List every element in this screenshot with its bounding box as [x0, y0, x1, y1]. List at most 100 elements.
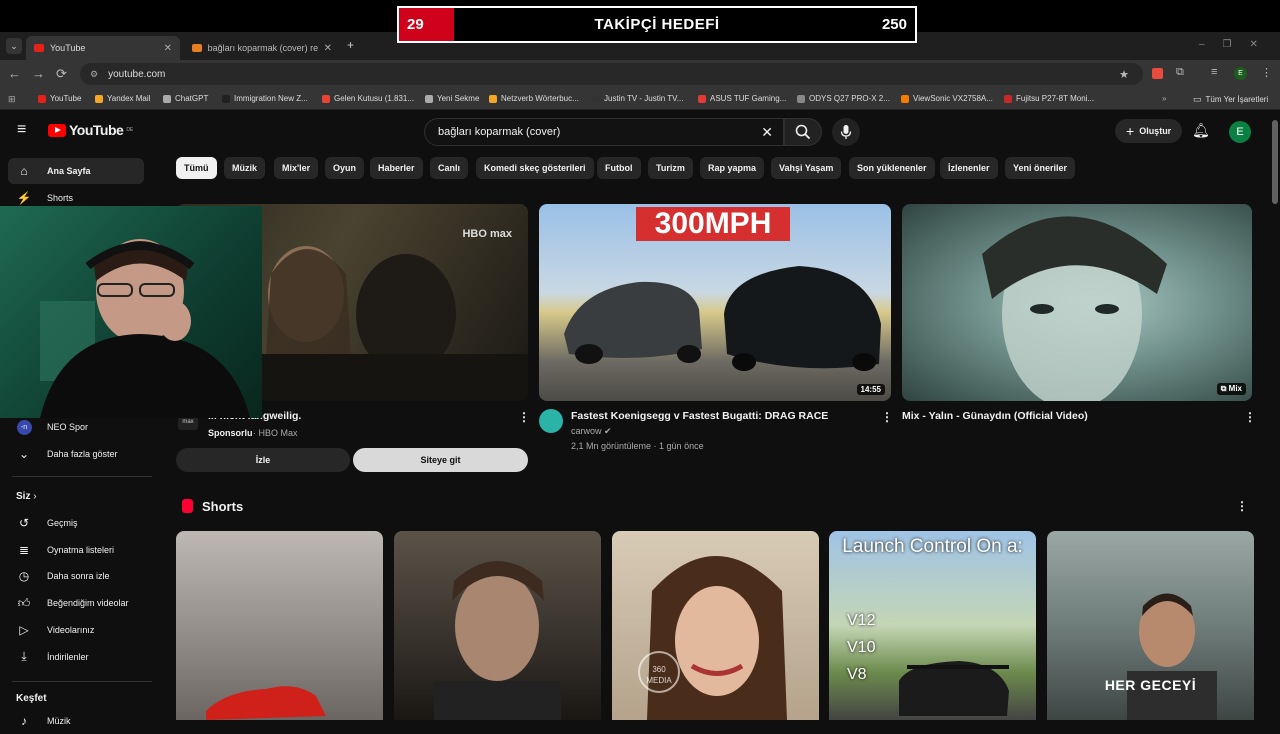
all-bookmarks[interactable]: ▭ Tüm Yer İşaretleri — [1193, 94, 1268, 105]
browser-menu-icon[interactable]: ⋮ — [1261, 66, 1272, 79]
ad-more-icon[interactable]: ⋮ — [518, 410, 530, 424]
bookmark-item[interactable]: Yeni Sekme — [425, 94, 479, 103]
filter-chip[interactable]: Canlı — [430, 157, 469, 179]
sidebar-item-you[interactable]: ↺ Geçmiş — [8, 510, 144, 536]
sidebar-item-label: Daha fazla göster — [47, 449, 118, 459]
ad-watch-button[interactable]: İzle — [176, 448, 350, 472]
sidebar-item-you[interactable]: 👍︎ Beğendiğim videolar — [8, 590, 144, 616]
bookmark-label: ChatGPT — [175, 94, 209, 103]
short-thumbnail[interactable] — [176, 531, 383, 720]
media-controls-icon[interactable]: ≡ — [1211, 66, 1217, 78]
clear-search-icon[interactable]: ✕ — [761, 124, 773, 141]
extensions-puzzle-icon[interactable]: ⧉ — [1176, 66, 1184, 79]
filter-chip[interactable]: Vahşi Yaşam — [771, 157, 842, 179]
sidebar-explore-header: Keşfet — [16, 693, 47, 704]
reload-icon[interactable]: ⟳ — [56, 66, 67, 82]
mix-thumbnail[interactable]: ⧉ Mix — [902, 204, 1252, 401]
channel-name[interactable]: carwow ✔ — [571, 426, 612, 437]
apps-grid-icon[interactable]: ⊞ — [8, 94, 16, 105]
follower-goal-count: 250 — [881, 16, 907, 33]
window-controls[interactable]: –❐✕ — [1199, 39, 1276, 50]
filter-chip[interactable]: Turizm — [648, 157, 693, 179]
forward-icon[interactable]: → — [32, 66, 45, 81]
bookmark-item[interactable]: ViewSonic VX2758A... — [901, 94, 993, 103]
sidebar-you-header[interactable]: Siz › — [16, 491, 37, 502]
sidebar-item-you[interactable]: ≣ Oynatma listeleri — [8, 537, 144, 563]
new-tab-icon[interactable]: + — [347, 38, 354, 52]
sidebar-item-home[interactable]: ⌂ Ana Sayfa — [8, 158, 144, 184]
favicon-icon — [192, 44, 202, 52]
playlists-icon: ≣ — [18, 542, 30, 557]
verified-icon: ✔ — [604, 426, 612, 436]
sidebar-item-label: Shorts — [47, 193, 74, 203]
short-thumbnail[interactable]: 360 MEDIA — [612, 531, 819, 720]
filter-chip[interactable]: Yeni öneriler — [1005, 157, 1076, 179]
region-code: DE — [126, 127, 134, 133]
short-thumbnail[interactable] — [394, 531, 601, 720]
filter-chip[interactable]: Rap yapma — [700, 157, 765, 179]
filter-chip[interactable]: Müzik — [224, 157, 266, 179]
notifications-bell-icon[interactable]: 🔔︎ — [1192, 122, 1210, 139]
sidebar-item-you[interactable]: ⤓ İndirilenler — [8, 644, 144, 670]
filter-chip[interactable]: Futbol — [597, 157, 641, 179]
bookmark-item[interactable]: Gelen Kutusu (1.831... — [322, 94, 414, 103]
filter-chip[interactable]: Tümü — [176, 157, 217, 179]
bookmark-item[interactable]: Fujitsu P27-8T Moni... — [1004, 94, 1094, 103]
short-thumbnail[interactable]: Launch Control On a: V12 V10 V8 — [829, 531, 1036, 720]
search-input[interactable]: bağları koparmak (cover) ✕ — [424, 118, 784, 146]
bookmark-item[interactable]: Justin TV - Justin TV... — [592, 94, 683, 103]
bookmark-favicon-icon — [38, 94, 46, 103]
guide-menu-icon[interactable]: ≡ — [17, 121, 26, 139]
extension-icon[interactable] — [1152, 68, 1163, 79]
video-title[interactable]: Fastest Koenigsegg v Fastest Bugatti: DR… — [571, 410, 828, 422]
video-title[interactable]: Mix - Yalın - Günaydın (Official Video) — [902, 410, 1088, 422]
page-scrollbar[interactable] — [1272, 120, 1278, 204]
more-bookmarks-icon[interactable]: » — [1162, 94, 1166, 103]
search-button[interactable] — [784, 118, 822, 146]
video-thumbnail[interactable]: 300MPH 14:55 — [539, 204, 891, 401]
tab-search-icon[interactable]: ⌄ — [6, 38, 22, 54]
filter-chip[interactable]: Son yüklenenler — [849, 157, 935, 179]
filter-chip[interactable]: İzlenenler — [940, 157, 998, 179]
profile-avatar[interactable]: E — [1234, 67, 1247, 80]
close-icon[interactable]: ✕ — [324, 43, 332, 54]
short-thumbnail[interactable]: HER GECEYİ — [1047, 531, 1254, 720]
site-info-icon[interactable]: ⚙ — [90, 69, 98, 80]
bookmark-favicon-icon — [1004, 94, 1012, 103]
filter-chip[interactable]: Komedi skeç gösterileri — [476, 157, 594, 179]
bookmark-item[interactable]: Yandex Mail — [95, 94, 150, 103]
channel-avatar[interactable] — [539, 409, 563, 433]
bookmark-item[interactable]: YouTube — [38, 94, 81, 103]
address-bar[interactable]: ⚙ youtube.com ★ — [80, 63, 1143, 85]
sidebar-show-more[interactable]: ⌄ Daha fazla göster — [8, 441, 144, 467]
youtube-logo[interactable]: YouTube DE — [48, 122, 133, 138]
sidebar-item-you[interactable]: ▷ Videolarınız — [8, 617, 144, 643]
close-icon[interactable]: ✕ — [164, 43, 172, 54]
sidebar-item-you[interactable]: ◷ Daha sonra izle — [8, 563, 144, 589]
home-icon: ⌂ — [20, 164, 28, 178]
filter-chip[interactable]: Haberler — [370, 157, 423, 179]
sidebar-item-label: İndirilenler — [47, 651, 89, 662]
bookmark-item[interactable]: ODYS Q27 PRO-X 2... — [797, 94, 890, 103]
video-more-icon[interactable]: ⋮ — [881, 410, 893, 424]
account-avatar[interactable]: E — [1229, 121, 1251, 143]
video-more-icon[interactable]: ⋮ — [1244, 410, 1256, 424]
filter-chip[interactable]: Mix'ler — [274, 157, 319, 179]
tab-search-results[interactable]: bağları koparmak (cover) resulta ✕ — [184, 36, 340, 60]
shorts-more-icon[interactable]: ⋮ — [1236, 499, 1248, 513]
ad-visit-site-button[interactable]: Siteye git — [353, 448, 528, 472]
bookmark-item[interactable]: ASUS TUF Gaming... — [698, 94, 786, 103]
sidebar-item-music[interactable]: ♪ Müzik — [8, 708, 144, 734]
shorts-section-title: Shorts — [202, 499, 244, 514]
bookmark-item[interactable]: Immigration New Z... — [222, 94, 308, 103]
filter-chip[interactable]: Oyun — [325, 157, 365, 179]
bookmark-item[interactable]: Netzverb Wörterbuc... — [489, 94, 579, 103]
sidebar-item-label: Ana Sayfa — [47, 166, 91, 176]
create-button[interactable]: + Oluştur — [1115, 119, 1183, 143]
follower-goal-title: TAKİPÇİ HEDEFİ — [594, 16, 720, 33]
bookmark-item[interactable]: ChatGPT — [163, 94, 208, 103]
back-icon[interactable]: ← — [8, 66, 21, 81]
bookmark-star-icon[interactable]: ★ — [1119, 68, 1129, 81]
voice-search-button[interactable] — [832, 118, 860, 146]
tab-youtube[interactable]: YouTube ✕ — [26, 36, 180, 60]
